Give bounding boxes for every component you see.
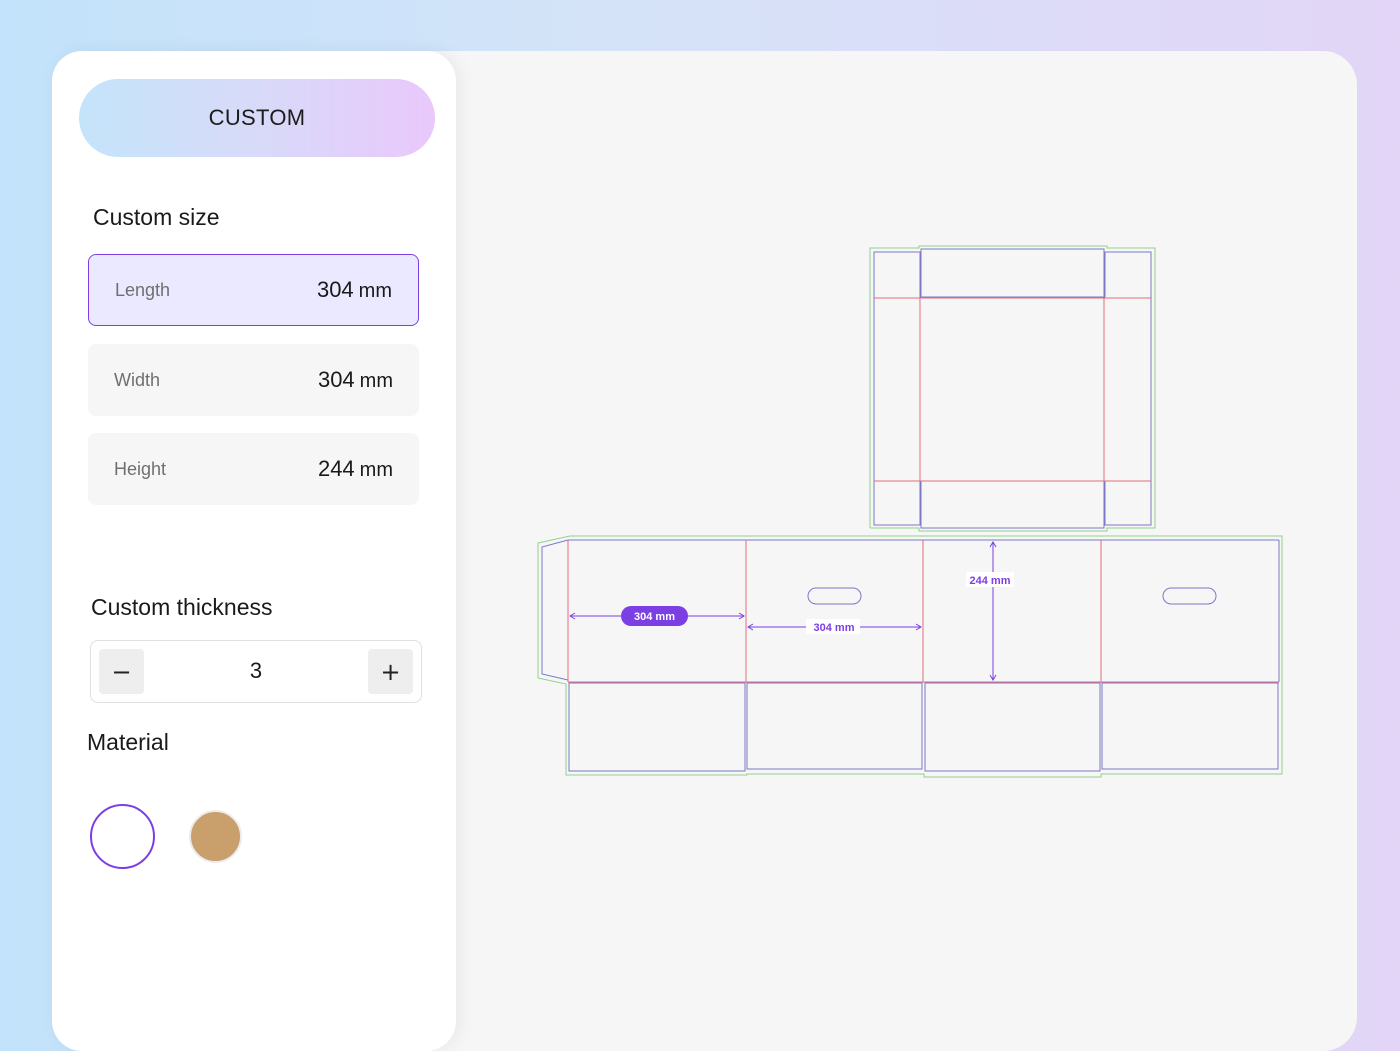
bottom-flap-2 xyxy=(746,682,923,770)
lid-bottom-flap xyxy=(920,480,1105,529)
custom-mode-button[interactable]: CUSTOM xyxy=(79,79,435,157)
bottom-flap-1 xyxy=(568,682,746,772)
lid-top-flap xyxy=(920,248,1105,298)
width-value: 304 mm xyxy=(317,367,393,392)
decrease-thickness-button[interactable]: − xyxy=(99,649,144,694)
height-label: Height xyxy=(114,458,167,479)
bottom-flap-3 xyxy=(924,682,1101,772)
length-value: 304 mm xyxy=(316,277,392,302)
bleed-outline-body xyxy=(537,535,1283,778)
width-dimension-label: 304 mm xyxy=(814,622,855,634)
box-dieline: 304 mm 304 mm 244 mm xyxy=(537,245,1283,778)
lid-right-flap-top xyxy=(1104,251,1152,299)
bottom-flap-4 xyxy=(1101,682,1279,770)
material-swatch-white[interactable] xyxy=(90,804,155,869)
increase-thickness-button[interactable]: + xyxy=(368,649,413,694)
length-field[interactable]: Length 304 mm xyxy=(88,254,419,326)
handle-hole-left xyxy=(807,587,862,605)
custom-size-title: Custom size xyxy=(93,204,220,230)
bleed-outline-lid xyxy=(869,245,1156,532)
length-dimension-label: 304 mm xyxy=(634,611,675,623)
glue-flap xyxy=(541,539,569,681)
lid-right-flap-bottom xyxy=(1104,480,1152,526)
handle-hole-right xyxy=(1162,587,1217,605)
material-swatch-kraft[interactable] xyxy=(189,810,242,863)
length-label: Length xyxy=(115,279,171,300)
thickness-stepper: 3 − + xyxy=(90,640,422,703)
lid-left-flap-top xyxy=(873,251,921,299)
width-label: Width xyxy=(114,369,161,390)
lid-left-flap-bottom xyxy=(873,480,921,526)
width-field[interactable]: Width 304 mm xyxy=(88,344,419,416)
options-panel: CUSTOM Custom size Length 304 mm Width 30… xyxy=(52,51,456,1051)
material-title: Material xyxy=(87,729,169,755)
custom-thickness-title: Custom thickness xyxy=(91,594,273,620)
height-value: 244 mm xyxy=(317,456,393,481)
height-field[interactable]: Height 244 mm xyxy=(88,433,419,505)
height-dimension-label: 244 mm xyxy=(970,575,1011,587)
